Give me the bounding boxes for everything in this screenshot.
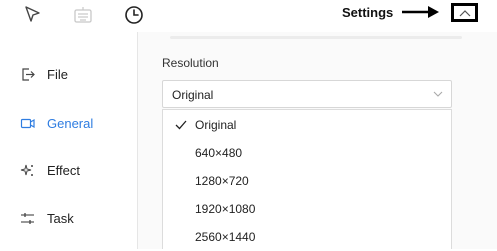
sidebar-item-general[interactable]: General [0, 110, 137, 138]
keyboard-icon[interactable] [72, 4, 94, 26]
toolbar: Settings [0, 0, 497, 32]
settings-title: Settings [342, 5, 394, 20]
sparkle-icon [20, 163, 35, 178]
chevron-up-icon [459, 10, 471, 17]
resolution-selected-value: Original [172, 88, 214, 102]
chevron-down-icon [433, 91, 443, 97]
file-export-icon [20, 67, 35, 82]
sidebar-item-label: Effect [47, 163, 81, 178]
resolution-dropdown: Original 640×480 1280×720 1920×1080 2560… [162, 109, 452, 249]
resolution-label: Resolution [162, 56, 219, 70]
sidebar-item-label: File [47, 67, 68, 82]
sidebar-divider [137, 32, 138, 249]
option-label: Original [195, 118, 237, 132]
sliders-icon [20, 211, 35, 226]
resolution-option-1920x1080[interactable]: 1920×1080 [163, 195, 451, 223]
resolution-option-2560x1440[interactable]: 2560×1440 [163, 223, 451, 251]
cursor-icon[interactable] [22, 4, 44, 26]
sidebar-item-label: General [47, 116, 94, 131]
scroll-edge [170, 36, 462, 39]
resolution-option-original[interactable]: Original [163, 111, 451, 139]
arrow-right-icon [402, 6, 439, 18]
option-label: 1280×720 [195, 174, 249, 188]
clock-icon[interactable] [123, 4, 145, 26]
sidebar-item-task[interactable]: Task [0, 205, 137, 233]
video-camera-icon [20, 116, 35, 131]
option-label: 1920×1080 [195, 202, 256, 216]
sidebar-item-file[interactable]: File [0, 61, 137, 89]
sidebar: File General Effect Task [0, 40, 137, 249]
option-label: 640×480 [195, 146, 243, 160]
resolution-select[interactable]: Original [162, 80, 452, 108]
collapse-button[interactable] [451, 3, 478, 22]
option-label: 2560×1440 [195, 230, 256, 244]
sidebar-item-effect[interactable]: Effect [0, 157, 137, 185]
checkmark-icon [175, 120, 187, 130]
resolution-option-640x480[interactable]: 640×480 [163, 139, 451, 167]
resolution-option-1280x720[interactable]: 1280×720 [163, 167, 451, 195]
sidebar-item-label: Task [47, 211, 74, 226]
